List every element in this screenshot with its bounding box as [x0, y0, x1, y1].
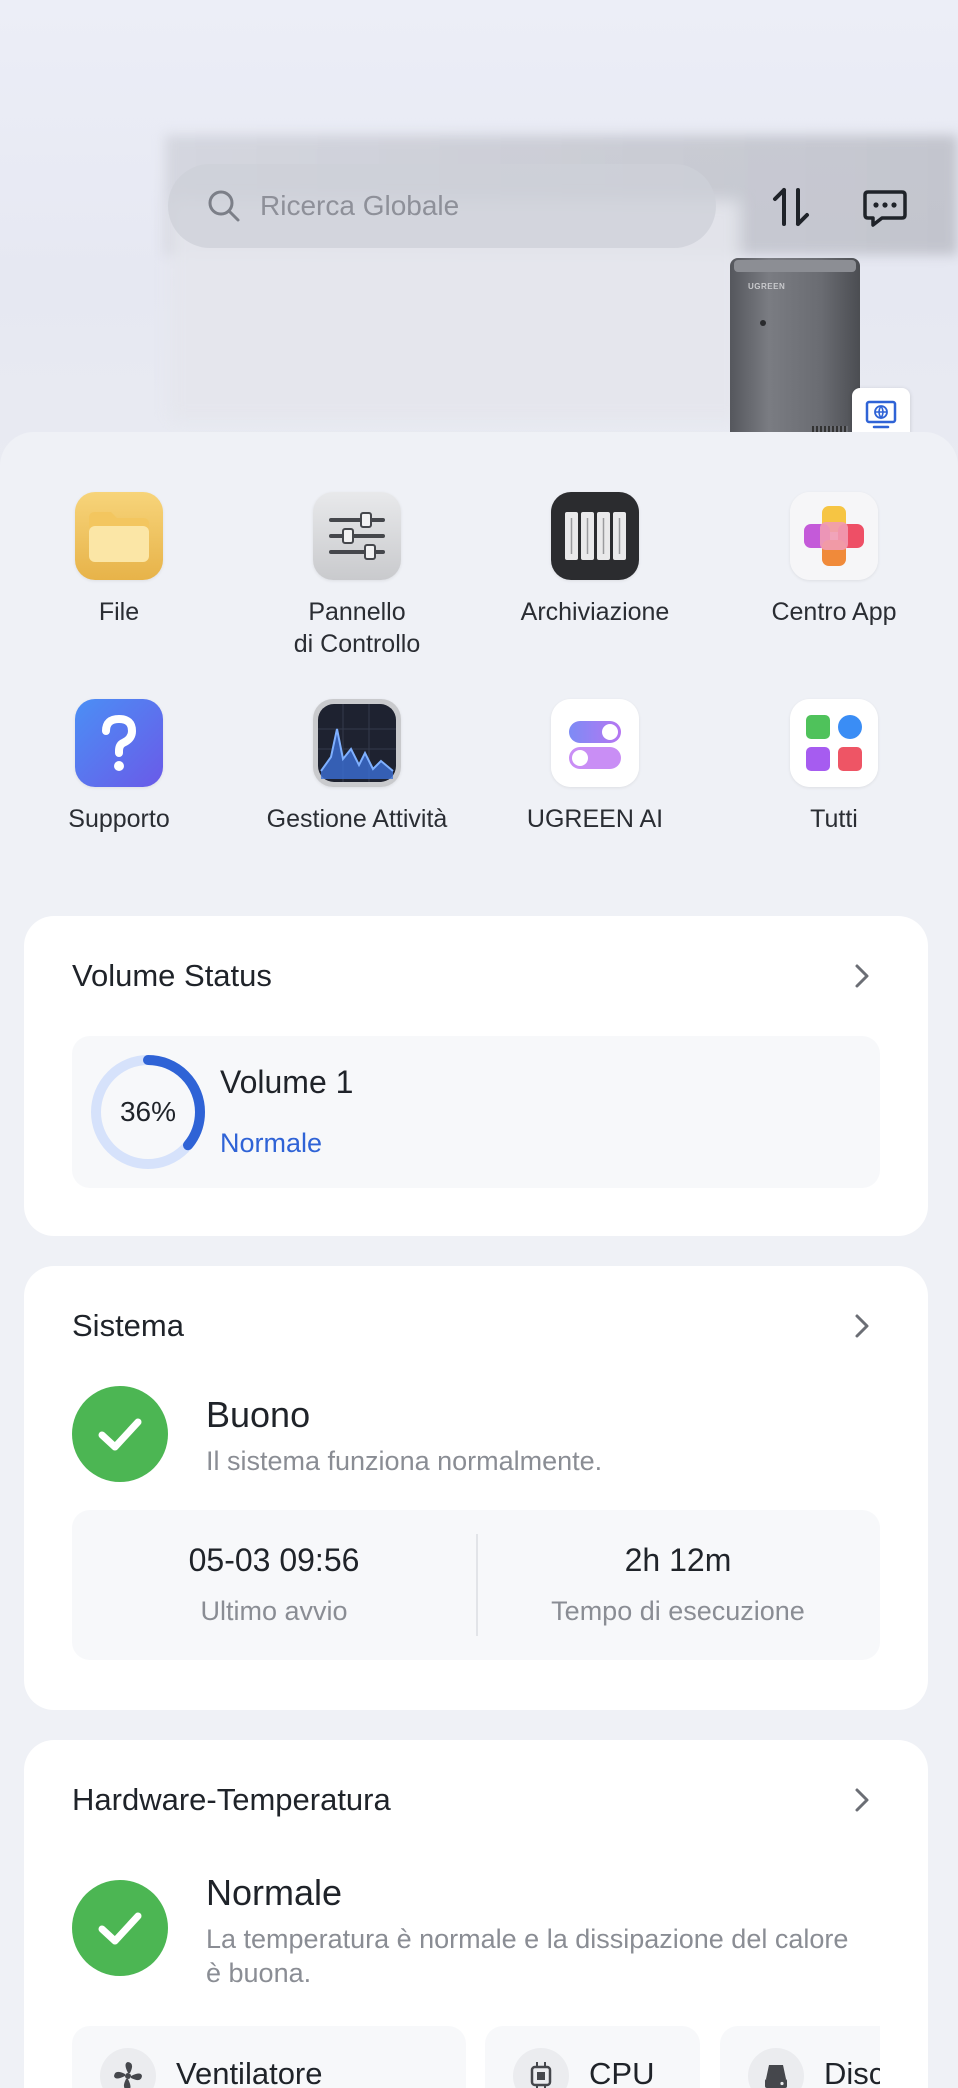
hw-label: CPU [589, 2056, 655, 2088]
cpu-icon [530, 2062, 552, 2088]
transfer-button[interactable] [766, 182, 816, 232]
app-app-center[interactable]: Centro App [714, 492, 954, 628]
volume-item[interactable]: 36% Volume 1 Normale [72, 1036, 880, 1188]
app-label: Centro App [771, 598, 897, 626]
usage-percent: 36% [119, 1096, 177, 1127]
app-support[interactable]: Supporto [0, 699, 239, 835]
system-description: Il sistema funziona normalmente. [206, 1446, 603, 1476]
web-monitor-icon [865, 400, 897, 429]
hardware-tiles-row: Ventilatore CPU Disc [72, 1740, 880, 2088]
message-icon [863, 190, 907, 227]
search-icon [208, 190, 240, 222]
uptime-label: Tempo di esecuzione [551, 1596, 805, 1626]
toggles-icon [551, 699, 639, 787]
app-label: Pannello di Controllo [293, 598, 421, 658]
volume-name: Volume 1 [220, 1064, 354, 1100]
hw-tile-cpu[interactable]: CPU [485, 2026, 700, 2088]
help-icon [75, 699, 163, 787]
sliders-icon [313, 492, 401, 580]
app-task-manager[interactable]: Gestione Attività [237, 699, 477, 835]
app-file[interactable]: File [0, 492, 239, 628]
app-center-icon [790, 492, 878, 580]
checkmark-icon [98, 1418, 142, 1451]
system-stats: 05-03 09:56 Ultimo avvio 2h 12m Tempo di… [72, 1510, 880, 1660]
nas-device-image: UGREEN [730, 258, 862, 452]
card-title: Sistema [72, 1308, 184, 1343]
hw-label: Disco [824, 2056, 880, 2088]
app-storage[interactable]: Archiviazione [475, 492, 715, 628]
hw-label: Ventilatore [176, 2056, 323, 2088]
volume-state: Normale [220, 1128, 323, 1158]
activity-monitor-icon [313, 699, 401, 787]
search-placeholder: Ricerca Globale [260, 190, 460, 221]
system-card[interactable]: Sistema Buono Il sistema funziona normal… [24, 1266, 928, 1710]
card-title: Volume Status [72, 958, 272, 993]
chevron-right-icon [855, 964, 869, 988]
system-details-button[interactable] [848, 1312, 876, 1340]
app-label: Archiviazione [520, 598, 670, 626]
app-label: UGREEN AI [526, 805, 664, 833]
disk-icon [765, 2065, 787, 2088]
app-ugreen-ai[interactable]: UGREEN AI [475, 699, 715, 835]
chevron-right-icon [855, 1314, 869, 1338]
nas-logo: UGREEN [748, 282, 786, 291]
nas-led [760, 320, 766, 326]
volume-details-button[interactable] [848, 962, 876, 990]
app-label: Supporto [68, 805, 170, 833]
drives-icon [551, 492, 639, 580]
messages-button[interactable] [860, 182, 910, 232]
hw-tile-fan[interactable]: Ventilatore [72, 2026, 466, 2088]
app-control-panel[interactable]: Pannello di Controllo [237, 492, 477, 660]
header-hero: Ricerca Globale UGREEN [0, 0, 958, 470]
last-boot-stat: 05-03 09:56 Ultimo avvio [72, 1510, 476, 1660]
global-search-input[interactable]: Ricerca Globale [168, 164, 716, 248]
uptime-stat: 2h 12m Tempo di esecuzione [476, 1510, 880, 1660]
last-boot-value: 05-03 09:56 [188, 1542, 360, 1578]
folder-icon [75, 492, 163, 580]
hardware-temperature-card[interactable]: Hardware-Temperatura Normale La temperat… [24, 1740, 928, 2088]
system-status: Buono [206, 1394, 311, 1435]
status-ok-badge [72, 1386, 168, 1482]
app-label: Tutti [810, 805, 858, 833]
volume-status-card[interactable]: Volume Status 36% Volume 1 Normale [24, 916, 928, 1236]
hw-tile-disk[interactable]: Disco [720, 2026, 880, 2088]
fan-icon [114, 2062, 142, 2088]
app-all[interactable]: Tutti [714, 699, 954, 835]
app-label: File [98, 598, 140, 626]
grid-icon [790, 699, 878, 787]
last-boot-label: Ultimo avvio [200, 1596, 348, 1626]
transfer-arrows-icon [773, 188, 809, 226]
app-label: Gestione Attività [266, 805, 448, 833]
uptime-value: 2h 12m [624, 1542, 732, 1578]
